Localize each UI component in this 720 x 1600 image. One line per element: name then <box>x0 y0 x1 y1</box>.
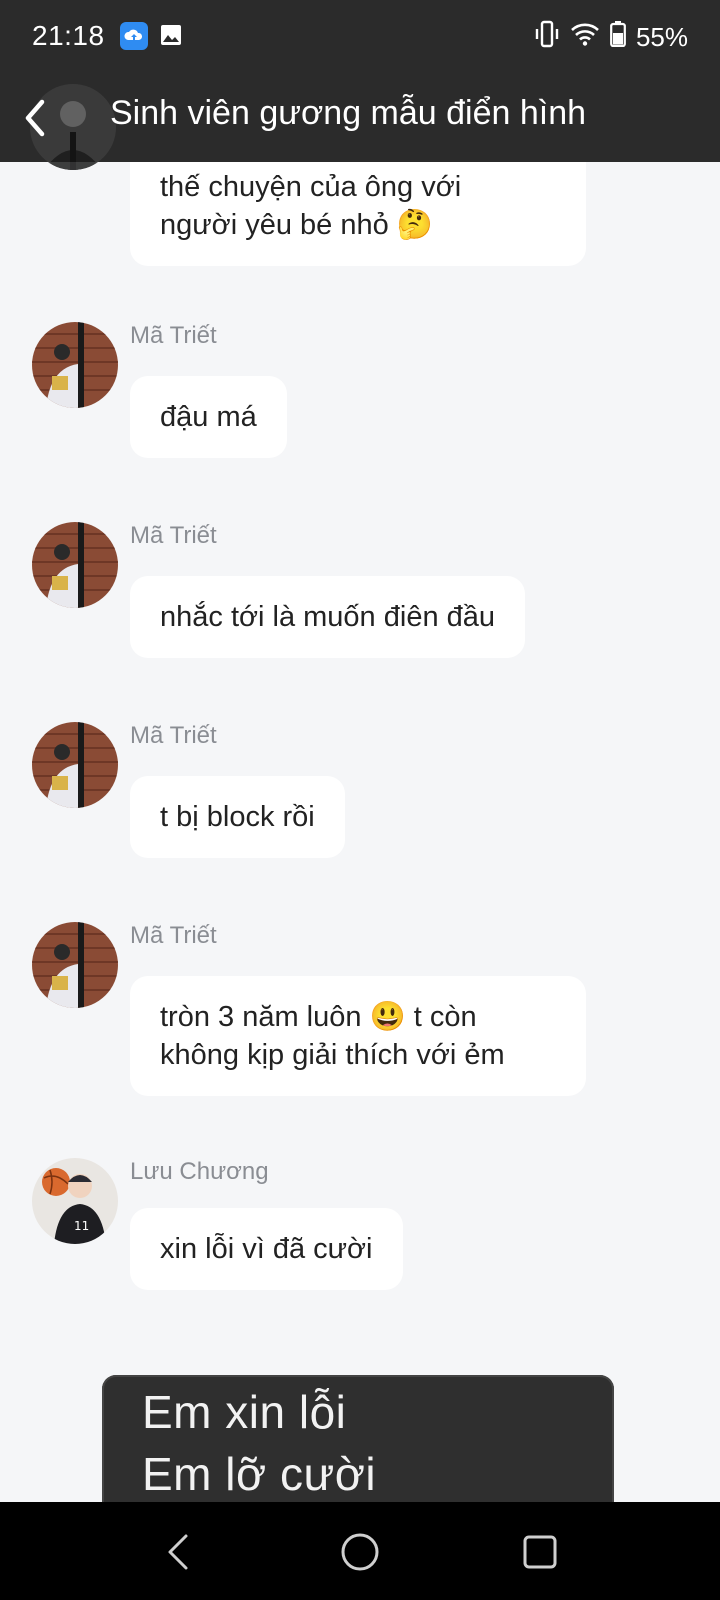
status-time: 21:18 <box>32 20 105 51</box>
message-text-line: t bị block rồi <box>160 801 315 833</box>
message-text-line: thế chuyện của ông với <box>160 171 462 203</box>
status-bar: 21:18 55% <box>0 0 720 74</box>
chat-header: Sinh viên gương mẫu điển hình <box>0 74 720 170</box>
nav-home-button[interactable] <box>336 1528 384 1576</box>
nav-back-icon <box>168 1534 188 1570</box>
caption-line-2: Em lỡ cười <box>142 1448 377 1500</box>
message-text-line: người yêu bé nhỏ 🤔 <box>160 209 433 241</box>
message-text-line: tròn 3 năm luôn 😃 t còn <box>160 1001 477 1033</box>
message-text-line: xin lỗi vì đã cười <box>160 1233 373 1265</box>
caption-line-1: Em xin lỗi <box>142 1386 347 1438</box>
chevron-left-icon <box>25 99 45 137</box>
chat-title: Sinh viên gương mẫu điển hình <box>110 94 587 132</box>
battery-percentage: 55% <box>635 22 688 52</box>
nav-recents-button[interactable] <box>516 1528 564 1576</box>
message-bubble[interactable]: thế chuyện của ông với người yêu bé nhỏ … <box>130 162 586 266</box>
avatar[interactable] <box>32 522 118 608</box>
sender-name: Mã Triết <box>130 722 217 749</box>
sender-name: Mã Triết <box>130 322 217 349</box>
message-text-line: không kịp giải thích với ẻm <box>160 1039 505 1071</box>
battery-icon <box>610 21 626 54</box>
vibrate-icon <box>534 20 560 55</box>
message-text-line: đậu má <box>160 401 257 433</box>
avatar[interactable] <box>32 322 118 408</box>
avatar[interactable] <box>32 922 118 1008</box>
wifi-icon <box>570 22 600 53</box>
status-right-group: 55% <box>534 20 688 55</box>
back-button[interactable] <box>14 88 74 148</box>
sender-name: Lưu Chương <box>130 1158 269 1185</box>
chat-message-list[interactable]: thế chuyện của ông với người yêu bé nhỏ … <box>0 162 720 1502</box>
message-bubble[interactable]: xin lỗi vì đã cười <box>130 1208 403 1290</box>
cloud-upload-icon <box>120 22 148 50</box>
avatar[interactable] <box>32 722 118 808</box>
message-bubble[interactable]: đậu má <box>130 376 287 458</box>
gallery-icon <box>160 24 182 46</box>
message-bubble[interactable]: tròn 3 năm luôn 😃 t còn không kịp giải t… <box>130 976 586 1096</box>
message-bubble[interactable]: nhắc tới là muốn điên đầu <box>130 576 526 658</box>
sender-name: Mã Triết <box>130 522 217 549</box>
message-bubble[interactable]: t bị block rồi <box>130 776 345 858</box>
sender-name: Mã Triết <box>130 922 217 949</box>
navigation-bar <box>0 1502 720 1600</box>
nav-home-icon <box>341 1533 379 1571</box>
nav-recents-icon <box>523 1535 557 1569</box>
avatar[interactable]: 11 <box>32 1158 118 1244</box>
nav-back-button[interactable] <box>156 1528 204 1576</box>
message-text-line: nhắc tới là muốn điên đầu <box>160 601 496 633</box>
svg-text:11: 11 <box>74 1219 89 1233</box>
